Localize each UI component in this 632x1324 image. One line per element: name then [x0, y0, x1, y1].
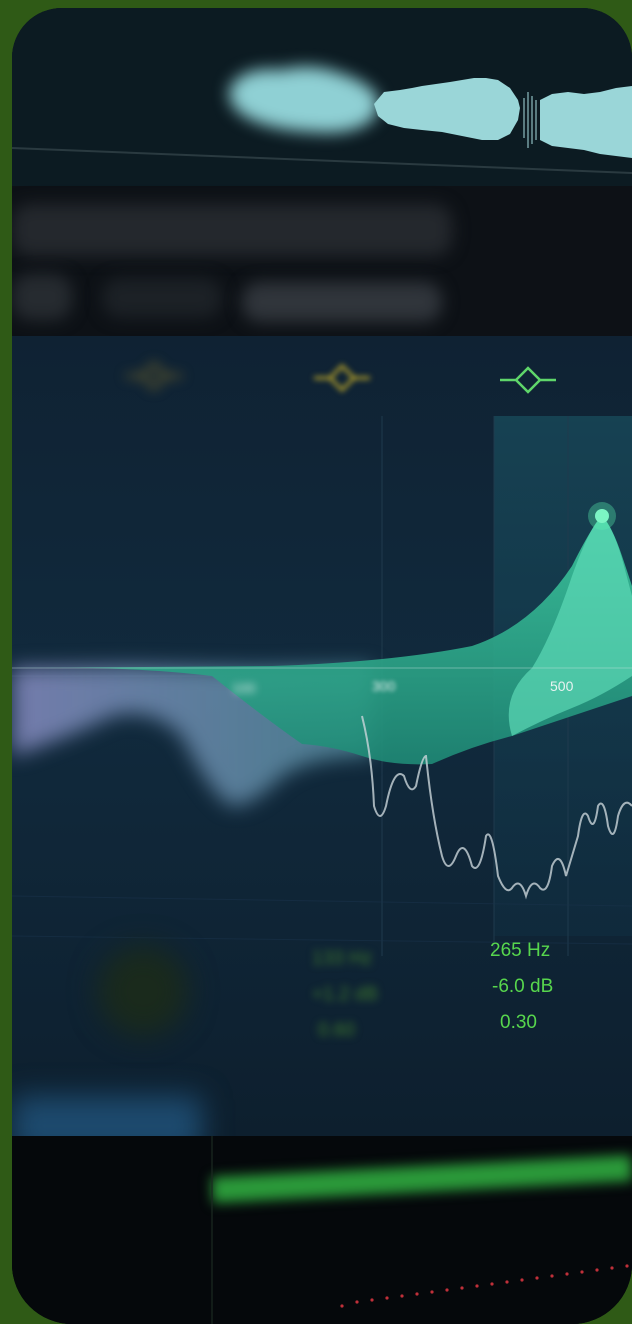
eq-plugin-window: 100 300 500 133 Hz +1.2 dB 0.60 265 Hz -… — [12, 8, 632, 1324]
toolbar-button[interactable] — [12, 274, 72, 320]
band-gain-readout: +1.2 dB — [312, 984, 379, 1005]
eq-graph[interactable]: 100 300 500 133 Hz +1.2 dB 0.60 265 Hz -… — [12, 336, 632, 1156]
band-frequency-readout: 133 Hz — [312, 948, 373, 969]
waveform-overview[interactable] — [12, 8, 632, 186]
band-knob[interactable] — [98, 946, 188, 1036]
level-meter-area — [12, 1136, 632, 1324]
selected-frequency-readout[interactable]: 265 Hz — [490, 940, 550, 962]
freq-label: 100 — [232, 680, 256, 696]
band-q-readout: 0.60 — [318, 1020, 355, 1041]
bell-band-icon-selected[interactable] — [498, 360, 558, 406]
freq-label: 500 — [550, 678, 574, 694]
bell-band-icon — [126, 361, 182, 391]
bell-band-icon — [500, 366, 556, 394]
level-meter — [12, 1136, 632, 1324]
freq-label: 300 — [372, 678, 396, 694]
toolbar-track — [12, 204, 452, 256]
preset-selector[interactable] — [242, 282, 442, 322]
toolbar-button[interactable] — [102, 278, 222, 318]
bell-band-icon[interactable] — [312, 358, 372, 404]
toolbar — [12, 186, 632, 336]
waveform-graphic — [12, 8, 632, 186]
selected-gain-readout[interactable]: -6.0 dB — [492, 976, 553, 998]
selected-q-readout[interactable]: 0.30 — [500, 1012, 537, 1034]
bell-band-icon — [314, 363, 370, 393]
bell-band-icon[interactable] — [124, 356, 184, 402]
